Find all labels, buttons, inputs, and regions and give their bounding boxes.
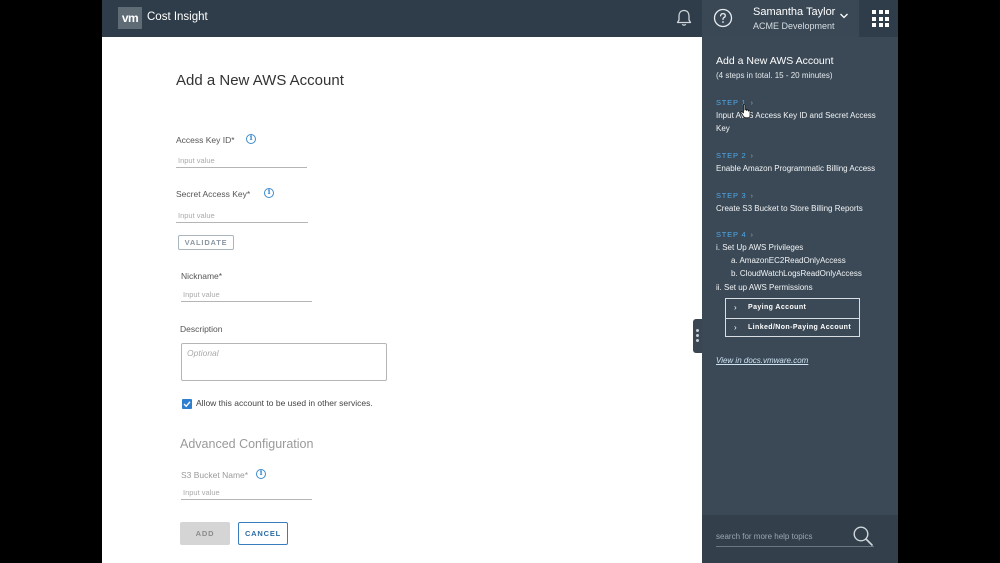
top-header: vm Cost Insight Samantha Taylor ACME Dev… [102,0,898,37]
drag-handle-icon [696,329,699,332]
access-key-label: Access Key ID* [176,135,235,145]
panel-resize-handle[interactable] [693,319,702,353]
app-window: vm Cost Insight Samantha Taylor ACME Dev… [102,0,898,563]
info-icon[interactable] [246,133,256,144]
page-title: Add a New AWS Account [176,72,344,89]
docs-link[interactable]: View in docs.vmware.com [716,356,808,365]
vmware-logo[interactable]: vm [118,7,142,29]
app-grid-icon [872,10,889,27]
nickname-label: Nickname* [181,271,223,281]
user-menu[interactable]: Samantha Taylor ACME Development [747,0,859,37]
help-panel: Add a New AWS Account (4 steps in total.… [702,37,898,563]
chevron-right-icon: › [750,191,754,200]
search-icon[interactable] [851,524,875,548]
cursor-icon [740,104,751,119]
step-4-item-privileges: i. Set Up AWS Privileges [716,243,804,252]
secret-key-input[interactable] [176,208,308,223]
chevron-right-icon: › [750,151,754,160]
help-button[interactable] [702,0,747,37]
paying-account-row[interactable]: › Paying Account [726,299,859,318]
user-name: Samantha Taylor [753,6,836,18]
s3-bucket-input[interactable] [181,485,312,500]
bell-icon[interactable] [674,8,694,28]
user-org: ACME Development [753,21,835,31]
chevron-right-icon: › [734,323,738,332]
step-2-link[interactable]: STEP 2 › [716,151,754,160]
s3-bucket-label: S3 Bucket Name* [181,470,249,480]
info-icon[interactable] [256,468,266,479]
chevron-right-icon: › [750,98,754,107]
step-4-link[interactable]: STEP 4 › [716,230,754,239]
allow-checkbox[interactable] [182,399,192,409]
step-3-description: Create S3 Bucket to Store Billing Report… [716,204,863,213]
advanced-config-title: Advanced Configuration [180,437,314,451]
description-label: Description [180,324,223,334]
account-type-box: › Paying Account › Linked/Non-Paying Acc… [725,298,860,337]
nickname-input[interactable] [181,287,312,302]
app-switcher-button[interactable] [863,0,898,37]
help-search-bar [702,515,898,563]
secret-key-label: Secret Access Key* [176,189,251,199]
help-icon [713,8,733,28]
step-2-description: Enable Amazon Programmatic Billing Acces… [716,164,876,173]
description-textarea[interactable] [181,343,387,381]
add-button[interactable]: ADD [180,522,230,545]
step-4-item-ec2: a. AmazonEC2ReadOnlyAccess [731,256,846,265]
help-panel-title: Add a New AWS Account [716,55,834,67]
step-3-link[interactable]: STEP 3 › [716,191,754,200]
validate-button[interactable]: VALIDATE [178,235,234,250]
info-icon[interactable] [264,187,274,198]
step-4-item-cloudwatch: b. CloudWatchLogsReadOnlyAccess [731,269,862,278]
main-content: Add a New AWS Account Access Key ID* Sec… [102,37,702,563]
checkmark-icon [183,401,191,408]
chevron-down-icon [840,13,848,19]
allow-checkbox-label: Allow this account to be used in other s… [196,398,373,408]
linked-account-row[interactable]: › Linked/Non-Paying Account [726,319,859,338]
access-key-input[interactable] [176,153,307,168]
step-4-item-permissions: ii. Set up AWS Permissions [716,283,813,292]
cancel-button[interactable]: CANCEL [238,522,288,545]
chevron-right-icon: › [750,230,754,239]
chevron-right-icon: › [734,303,738,312]
app-title: Cost Insight [147,11,208,23]
help-panel-subtitle: (4 steps in total. 15 - 20 minutes) [716,71,833,80]
